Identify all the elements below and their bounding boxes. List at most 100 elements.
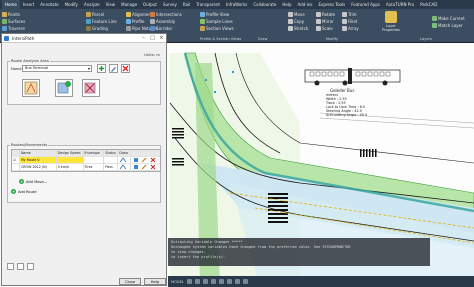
tab-analyze[interactable]: Analyze: [81, 0, 103, 9]
tab-insert[interactable]: Insert: [20, 0, 37, 9]
mirror-button[interactable]: Mirror: [316, 18, 334, 25]
new-area-button[interactable]: [97, 64, 106, 73]
profile-view-button[interactable]: Profile View: [200, 11, 229, 18]
model-tab[interactable]: MODEL: [171, 280, 184, 284]
stretch-label: Stretch: [294, 26, 309, 31]
tab-autoturn-pro[interactable]: AutoTURN Pro: [383, 0, 417, 9]
rotate-button[interactable]: Rotate: [316, 11, 335, 18]
maximize-button[interactable]: □: [148, 34, 157, 43]
tab-view[interactable]: View: [103, 0, 119, 9]
move-button[interactable]: Move: [288, 11, 305, 18]
movement-vehicle-cell[interactable]: CROW 2012 (N): [20, 164, 57, 170]
col-header-draw: Draw: [118, 150, 132, 156]
parcel-button[interactable]: Parcel: [86, 11, 104, 18]
boundary-icon: [24, 81, 38, 95]
tab-survey[interactable]: Survey: [160, 0, 180, 9]
intersections-button[interactable]: Intersections: [150, 11, 182, 18]
tab-collaborate[interactable]: Collaborate: [250, 0, 279, 9]
pipe-network-icon: [126, 26, 131, 31]
trim-button[interactable]: Trim: [342, 11, 357, 18]
movement-draw-cell[interactable]: [118, 164, 132, 170]
tab-help[interactable]: Help: [279, 0, 294, 9]
route-name-cell[interactable]: My Route 0: [19, 157, 57, 163]
workspace-icon[interactable]: [234, 279, 240, 284]
grading-button[interactable]: Grading: [86, 25, 108, 32]
tab-home[interactable]: Home: [2, 0, 20, 9]
movement-checkbox[interactable]: [12, 164, 20, 170]
add-route-button[interactable]: + Add Route: [11, 189, 37, 194]
surfaces-icon: [2, 19, 7, 24]
tab-parkcad[interactable]: ParkCAD: [417, 0, 440, 9]
move-label: Move: [294, 12, 305, 17]
draw-panel-title: Draw: [258, 37, 268, 41]
snap-icon[interactable]: [194, 279, 200, 284]
tab-rail[interactable]: Rail: [180, 0, 193, 9]
profile-button[interactable]: Profile: [126, 18, 144, 25]
stretch-button[interactable]: Stretch: [288, 25, 308, 32]
tab-express-tools[interactable]: Express Tools: [315, 0, 348, 9]
add-move-button[interactable]: + Add Move...: [19, 179, 47, 184]
delete-area-button[interactable]: [121, 64, 130, 73]
delete-icon: [122, 65, 129, 72]
alignment-button[interactable]: Alignment: [126, 11, 153, 18]
feature-line-label: Feature Line: [92, 19, 117, 24]
sample-lines-button[interactable]: Sample Lines: [200, 18, 233, 25]
close-button[interactable]: Close: [119, 278, 141, 285]
match-layer-button[interactable]: Match Layer: [432, 22, 463, 29]
array-button[interactable]: Array: [342, 25, 359, 32]
tab-manage[interactable]: Manage: [118, 0, 140, 9]
tab-modify[interactable]: Modify: [62, 0, 81, 9]
movement-actions-icons[interactable]: [132, 164, 160, 170]
table-row-movement[interactable]: CROW 2012 (N) 5 km/h Tires Pass: [12, 164, 160, 171]
tab-infraworks[interactable]: InfraWorks: [223, 0, 250, 9]
settings-icon[interactable]: [7, 263, 14, 270]
layer-properties-button[interactable]: Layer Properties: [382, 11, 400, 33]
edit-area-button[interactable]: [109, 64, 118, 73]
command-line[interactable]: Extracting Variable Changes ***** Unchan…: [168, 238, 430, 266]
remove-region-button[interactable]: [82, 79, 100, 97]
surfaces-label: Surfaces: [8, 19, 26, 24]
osnap-icon[interactable]: [218, 279, 224, 284]
tab-featured-apps[interactable]: Featured Apps: [348, 0, 383, 9]
assembly-button[interactable]: Assembly: [150, 18, 175, 25]
copy-button[interactable]: Copy: [288, 18, 304, 25]
ortho-icon[interactable]: [202, 279, 208, 284]
rotate-icon: [316, 12, 321, 17]
profile-icon: [126, 19, 131, 24]
customization-icon[interactable]: [242, 279, 248, 284]
fillet-button[interactable]: Fillet: [342, 18, 357, 25]
help-button[interactable]: Help: [144, 278, 166, 285]
polar-icon[interactable]: [210, 279, 216, 284]
trim-icon: [342, 12, 347, 17]
tab-transparent[interactable]: Transparent: [193, 0, 223, 9]
route-actions-icons[interactable]: [132, 157, 160, 163]
tab-annotate[interactable]: Annotate: [37, 0, 61, 9]
make-current-label: Make Current: [438, 16, 465, 21]
tab-output[interactable]: Output: [140, 0, 160, 9]
scale-button[interactable]: Scale: [316, 25, 333, 32]
route-checkbox[interactable]: ☑: [12, 157, 20, 163]
annotation-scale-icon[interactable]: [226, 279, 232, 284]
tab-add-ins[interactable]: Add-ins: [295, 0, 316, 9]
add-region-button[interactable]: [55, 79, 73, 97]
close-icon[interactable]: ×: [157, 34, 166, 43]
dialog-title-bar: IntersiPath – □ ×: [2, 34, 166, 43]
feature-line-button[interactable]: Feature Line: [86, 18, 117, 25]
traverse-button[interactable]: Traverse: [2, 25, 25, 32]
parcel-label: Parcel: [92, 12, 105, 17]
surfaces-button[interactable]: Surfaces: [2, 18, 25, 25]
draw-icon: [119, 157, 127, 163]
draw-boundary-button[interactable]: [22, 79, 40, 97]
route-draw-cell[interactable]: [118, 157, 132, 163]
points-button[interactable]: Points: [2, 11, 20, 18]
array-icon: [342, 26, 347, 31]
section-views-button[interactable]: Section Views: [200, 25, 234, 32]
export-icon[interactable]: [27, 263, 34, 270]
minimize-button[interactable]: –: [139, 34, 148, 43]
grid-icon[interactable]: [186, 279, 192, 284]
analysis-area-select[interactable]: Bus Terminal ▾: [22, 65, 92, 72]
make-current-button[interactable]: Make Current: [432, 15, 465, 22]
report-icon[interactable]: [17, 263, 24, 270]
table-row-route[interactable]: ☑ My Route 0: [12, 157, 160, 164]
corridor-button[interactable]: Corridor: [150, 25, 172, 32]
